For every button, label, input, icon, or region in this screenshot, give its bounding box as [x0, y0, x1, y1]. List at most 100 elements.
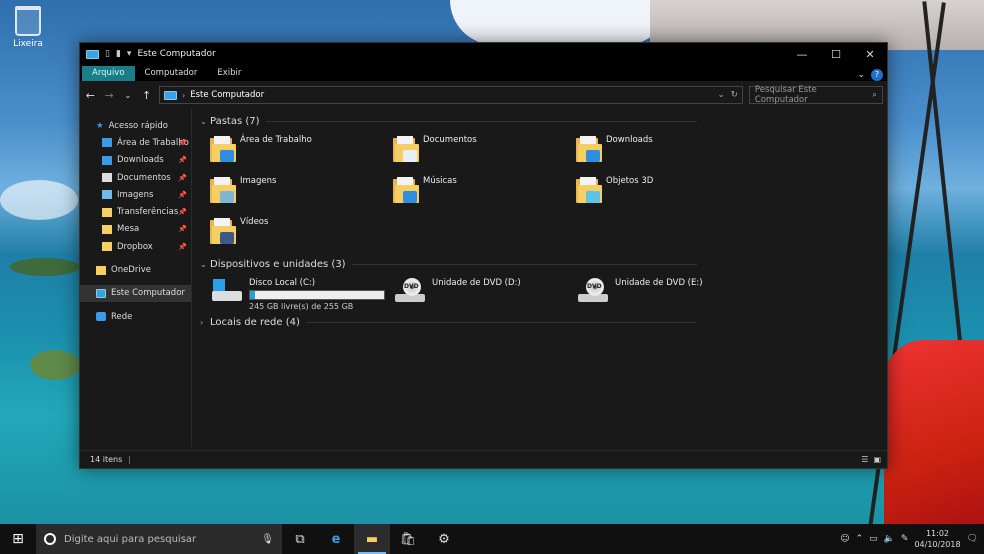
recycle-bin-label: Lixeira — [13, 39, 43, 49]
recent-locations-icon[interactable]: ⌄ — [122, 91, 135, 100]
taskbar-search[interactable]: Digite aqui para pesquisar 🎙 — [36, 524, 282, 554]
volume-icon[interactable]: 🔈 — [884, 534, 895, 544]
drive-local-c[interactable]: Disco Local (C:) 245 GB livre(s) de 255 … — [210, 276, 393, 311]
drives-grid: Disco Local (C:) 245 GB livre(s) de 255 … — [200, 276, 887, 311]
sidebar-item-label: Transferências — [117, 207, 179, 218]
sidebar-item-onedrive[interactable]: OneDrive — [80, 261, 191, 278]
recycle-bin-shortcut[interactable]: Lixeira — [8, 6, 48, 49]
folder-tile[interactable]: Documentos — [393, 133, 576, 170]
folder-tile[interactable]: Área de Trabalho — [210, 133, 393, 170]
desktop-icon — [102, 138, 112, 148]
show-hidden-icons[interactable]: ⌃ — [856, 534, 864, 544]
properties-icon[interactable]: ▯ — [105, 49, 110, 59]
drive-dvd-e[interactable]: DVD Unidade de DVD (E:) — [576, 276, 759, 310]
new-folder-icon[interactable]: ▮ — [116, 49, 121, 59]
maximize-button[interactable]: ☐ — [819, 48, 853, 61]
file-explorer-window: ▯ ▮ ▾ Este Computador — ☐ ✕ Arquivo Comp… — [79, 42, 888, 469]
task-view-icon[interactable]: ⧉ — [282, 524, 318, 554]
sidebar-item-label: Downloads — [117, 155, 164, 166]
star-icon: ★ — [96, 120, 104, 131]
sidebar-item-pinned[interactable]: Imagens 📌 — [80, 186, 191, 203]
drive-dvd-d[interactable]: DVD Unidade de DVD (D:) — [393, 276, 576, 310]
pen-icon[interactable]: ✎ — [901, 534, 909, 544]
large-icons-view-icon[interactable]: ▣ — [873, 455, 881, 464]
dvd-drive-icon: DVD — [576, 278, 610, 304]
up-arrow-icon[interactable]: ↑ — [140, 89, 153, 102]
forward-arrow-icon[interactable]: → — [103, 89, 116, 102]
expand-ribbon-icon[interactable]: ⌄ — [857, 70, 865, 80]
section-network-locations[interactable]: › Locais de rede (4) — [200, 314, 887, 330]
sidebar-item-pinned[interactable]: Documentos 📌 — [80, 169, 191, 186]
folder-icon — [393, 136, 419, 164]
address-history-icon[interactable]: ⌄ — [718, 90, 725, 100]
chevron-right-icon[interactable]: › — [182, 91, 185, 100]
content-pane: ⌄ Pastas (7) Área de Trabalho Documentos D… — [192, 109, 887, 447]
drive-label: Unidade de DVD (D:) — [432, 278, 521, 288]
computer-icon — [86, 49, 99, 59]
minimize-button[interactable]: — — [785, 48, 819, 61]
folder-tile[interactable]: Músicas — [393, 174, 576, 211]
quick-access-dropdown-icon[interactable]: ▾ — [127, 49, 132, 59]
clock[interactable]: 11:02 04/10/2018 — [914, 528, 960, 550]
chevron-right-icon: › — [200, 317, 204, 327]
people-icon[interactable]: ☺ — [840, 534, 849, 544]
pin-icon[interactable]: 📌 — [178, 208, 187, 216]
file-explorer-taskbar-icon[interactable]: ▬ — [354, 524, 390, 554]
pin-icon[interactable]: 📌 — [178, 139, 187, 147]
title-bar[interactable]: ▯ ▮ ▾ Este Computador — ☐ ✕ — [80, 43, 887, 65]
settings-gear-icon[interactable]: ⚙ — [426, 524, 462, 554]
search-placeholder: Pesquisar Este Computador — [754, 85, 817, 105]
sidebar-item-label: Documentos — [117, 172, 171, 183]
sidebar-item-this-pc[interactable]: Este Computador — [80, 284, 191, 302]
action-center-icon[interactable]: 🗨 — [967, 534, 978, 544]
section-folders[interactable]: ⌄ Pastas (7) — [200, 113, 887, 129]
store-icon[interactable]: 🛍 — [390, 524, 426, 554]
sidebar-item-pinned[interactable]: Mesa 📌 — [80, 221, 191, 238]
microphone-icon[interactable]: 🎙 — [261, 534, 274, 545]
details-view-icon[interactable]: ☰ — [861, 455, 868, 464]
clock-date: 04/10/2018 — [914, 540, 961, 549]
computer-icon — [164, 90, 177, 100]
sidebar-item-pinned[interactable]: Área de Trabalho 📌 — [80, 134, 191, 151]
folder-icon — [210, 177, 236, 205]
network-tray-icon[interactable]: ▭ — [869, 534, 878, 544]
folder-tile[interactable]: Imagens — [210, 174, 393, 211]
clock-time: 11:02 — [925, 529, 950, 538]
pin-icon[interactable]: 📌 — [178, 225, 187, 233]
section-devices[interactable]: ⌄ Dispositivos e unidades (3) — [200, 256, 887, 272]
tab-computador[interactable]: Computador — [135, 66, 208, 81]
pin-icon[interactable]: 📌 — [178, 243, 187, 251]
folder-tile[interactable]: Objetos 3D — [576, 174, 759, 211]
address-field[interactable]: › Este Computador ⌄ ↻ — [159, 86, 743, 104]
search-icon: ⌕ — [872, 90, 877, 100]
search-input[interactable]: Pesquisar Este Computador ⌕ — [748, 85, 883, 105]
close-button[interactable]: ✕ — [853, 48, 887, 61]
help-icon[interactable]: ? — [871, 69, 883, 81]
sidebar-item-quick-access[interactable]: ★ Acesso rápido — [80, 117, 191, 134]
sidebar-item-pinned[interactable]: Downloads 📌 — [80, 152, 191, 169]
folder-tile[interactable]: Vídeos — [210, 215, 393, 252]
pin-icon[interactable]: 📌 — [178, 191, 187, 199]
sidebar-item-pinned[interactable]: Transferências 📌 — [80, 203, 191, 220]
document-icon — [102, 173, 112, 183]
taskbar-search-placeholder: Digite aqui para pesquisar — [64, 533, 197, 545]
start-button-windows-icon[interactable]: ⊞ — [0, 531, 36, 547]
hard-drive-icon — [210, 279, 244, 303]
refresh-icon[interactable]: ↻ — [731, 90, 738, 100]
system-tray: ☺ ⌃ ▭ 🔈 ✎ 11:02 04/10/2018 🗨 — [840, 528, 984, 550]
drive-label: Disco Local (C:) — [249, 278, 316, 288]
cloud — [0, 180, 78, 220]
drive-free-space: 245 GB livre(s) de 255 GB — [249, 302, 354, 311]
sidebar-item-network[interactable]: Rede — [80, 308, 191, 325]
tab-exibir[interactable]: Exibir — [207, 66, 251, 81]
sidebar-item-pinned[interactable]: Dropbox 📌 — [80, 238, 191, 255]
pin-icon[interactable]: 📌 — [178, 156, 187, 164]
folder-tile[interactable]: Downloads — [576, 133, 759, 170]
back-arrow-icon[interactable]: ← — [84, 89, 97, 102]
pin-icon[interactable]: 📌 — [178, 174, 187, 182]
edge-browser-icon[interactable]: e — [318, 524, 354, 554]
cortana-icon — [44, 533, 56, 545]
folder-icon — [393, 177, 419, 205]
tab-arquivo[interactable]: Arquivo — [82, 66, 135, 81]
sidebar-item-label: Dropbox — [117, 241, 153, 252]
